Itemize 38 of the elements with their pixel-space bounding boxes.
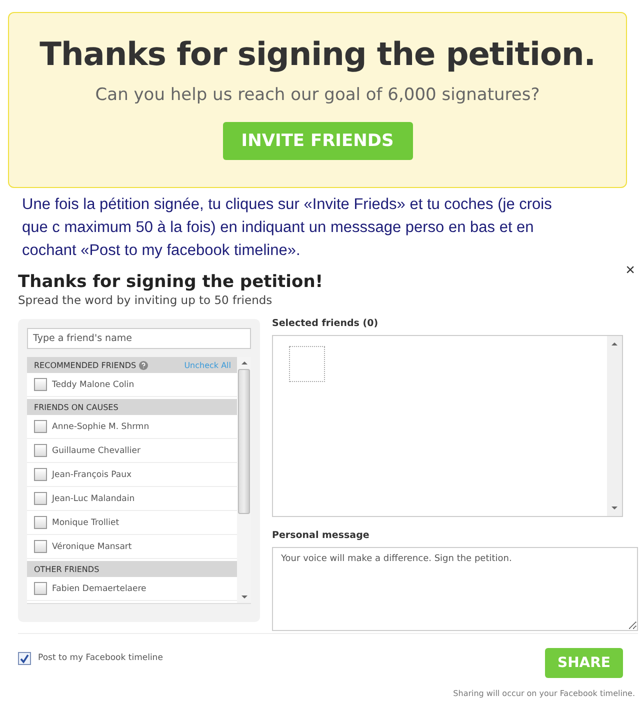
friend-name: Guillaume Chevallier bbox=[52, 446, 140, 456]
section-title: OTHER FRIENDS bbox=[34, 564, 100, 574]
checkbox[interactable] bbox=[34, 540, 47, 553]
scrollbar[interactable] bbox=[607, 336, 622, 516]
checkbox[interactable] bbox=[18, 652, 31, 664]
empty-slot-icon bbox=[289, 346, 325, 382]
dialog-title: Thanks for signing the petition! bbox=[18, 272, 324, 292]
friend-name: Jean-Luc Malandain bbox=[52, 494, 135, 504]
checkbox[interactable] bbox=[34, 492, 47, 505]
post-timeline-label: Post to my Facebook timeline bbox=[38, 653, 163, 663]
friend-search-field[interactable]: Type a friend's name bbox=[27, 328, 251, 349]
banner-subtitle: Can you help us reach our goal of 6,000 signatures? bbox=[95, 85, 540, 105]
dialog-subtitle: Spread the word by inviting up to 50 friends bbox=[18, 293, 274, 307]
friend-name: Teddy Malone Colin bbox=[52, 380, 134, 390]
sharing-note: Sharing will occur on your Facebook timeline. bbox=[453, 689, 635, 698]
friend-name: Jean-François Paux bbox=[52, 470, 132, 480]
checkbox[interactable] bbox=[34, 582, 47, 595]
friend-name: Véronique Mansart bbox=[52, 542, 132, 552]
invite-friends-button[interactable]: INVITE FRIENDS bbox=[222, 122, 412, 160]
checkbox[interactable] bbox=[34, 378, 47, 391]
uncheck-all-link[interactable]: Uncheck All bbox=[184, 360, 231, 370]
checkbox[interactable] bbox=[34, 444, 47, 457]
friend-name: Fabien Demaertelaere bbox=[52, 584, 146, 594]
friend-name: Anne-Sophie M. Shrmn bbox=[52, 422, 150, 432]
message-field[interactable]: Your voice will make a difference. Sign the petition. bbox=[272, 547, 638, 631]
section-title: RECOMMENDED FRIENDS bbox=[34, 360, 136, 370]
close-button[interactable]: × bbox=[626, 262, 635, 280]
banner-title: Thanks for signing the petition. bbox=[40, 35, 596, 73]
checkbox[interactable] bbox=[34, 516, 47, 529]
checkbox[interactable] bbox=[34, 468, 47, 481]
personal-message-label: Personal message bbox=[272, 530, 370, 541]
share-button[interactable]: SHARE bbox=[545, 648, 623, 678]
friend-name: Monique Trolliet bbox=[52, 518, 120, 528]
checkbox[interactable] bbox=[34, 420, 47, 433]
selected-friends-label: Selected friends (0) bbox=[272, 318, 380, 329]
annotation-text: Une fois la pétition signée, tu cliques sur «Invite Frieds» et tu coches (je crois que c maximum 50 à la fois) en indiquant un messsage perso en bas et en cochant «Post to my facebook timeline». bbox=[22, 195, 553, 261]
section-title: FRIENDS ON CAUSES bbox=[34, 402, 118, 412]
scrollbar[interactable] bbox=[237, 357, 251, 603]
